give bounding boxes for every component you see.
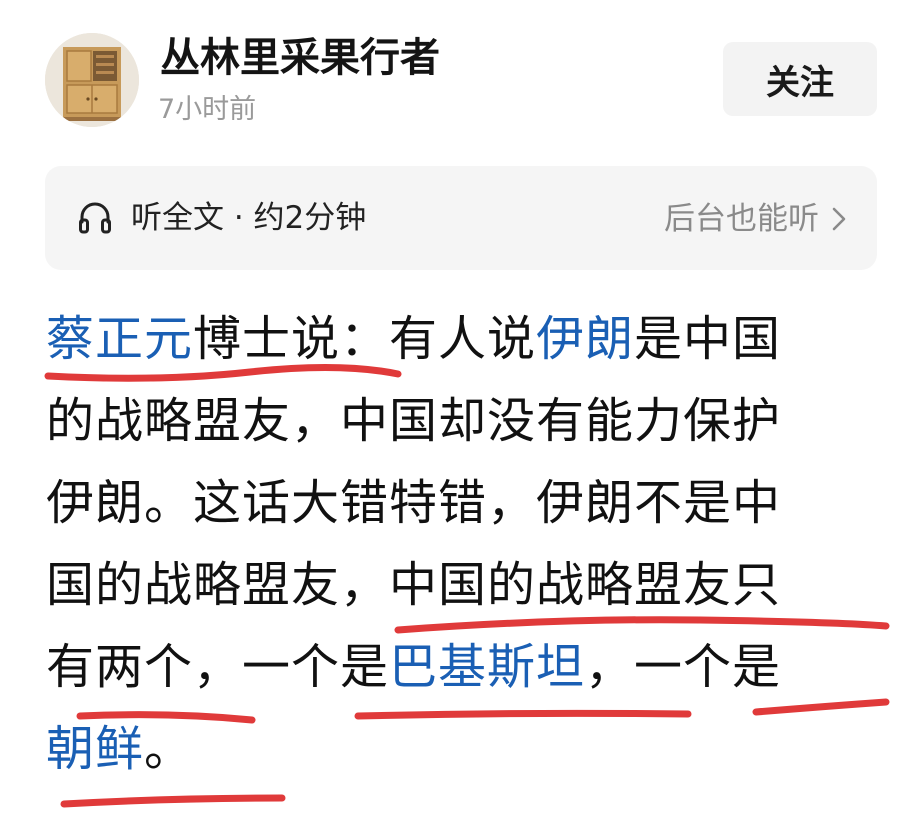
entity-link[interactable]: 巴基斯坦 (389, 639, 585, 695)
cabinet-avatar-icon (45, 33, 139, 127)
article-line: 有两个，一个是巴基斯坦，一个是 (46, 626, 886, 708)
listen-full-text-bar[interactable]: 听全文 · 约2分钟 后台也能听 (45, 166, 877, 270)
headphone-icon (79, 202, 111, 234)
post-time: 7小时前 (158, 94, 257, 125)
article-text: 伊朗。这话大错特错，伊朗不是中 (46, 475, 782, 531)
listen-label: 听全文 · 约2分钟 (131, 200, 367, 236)
chevron-right-icon (832, 207, 846, 231)
author-name[interactable]: 丛林里采果行者 (160, 30, 440, 86)
article-text: 有两个，一个是 (46, 639, 390, 695)
post-header: 丛林里采果行者 7小时前 关注 (0, 0, 922, 150)
entity-link[interactable]: 朝鲜 (46, 721, 144, 777)
article-text: ，一个是 (585, 639, 782, 695)
entity-link[interactable]: 伊朗 (536, 311, 634, 367)
article-text: 国的战略盟友，中国的战略盟友只 (46, 557, 782, 613)
article-text: 。 (144, 721, 194, 777)
entity-link[interactable]: 蔡正元 (46, 311, 193, 367)
article-text: 是中国 (634, 311, 782, 367)
article-line: 的战略盟友，中国却没有能力保护 (46, 380, 886, 462)
article-body: 蔡正元博士说：有人说伊朗是中国的战略盟友，中国却没有能力保护 伊朗。这话大错特错，… (46, 298, 886, 790)
background-play-label[interactable]: 后台也能听 (664, 197, 819, 241)
article-line: 蔡正元博士说：有人说伊朗是中国 (46, 298, 886, 380)
article-line: 伊朗。这话大错特错，伊朗不是中 (46, 462, 886, 544)
article-line: 国的战略盟友，中国的战略盟友只 (46, 544, 886, 626)
article-text: 博士说：有人说 (193, 311, 537, 367)
article-text: 的战略盟友，中国却没有能力保护 (46, 393, 782, 449)
article-line: 朝鲜。 (46, 708, 886, 790)
red-underline-korea (60, 794, 286, 808)
follow-button[interactable]: 关注 (723, 42, 877, 116)
author-avatar[interactable] (45, 33, 139, 127)
